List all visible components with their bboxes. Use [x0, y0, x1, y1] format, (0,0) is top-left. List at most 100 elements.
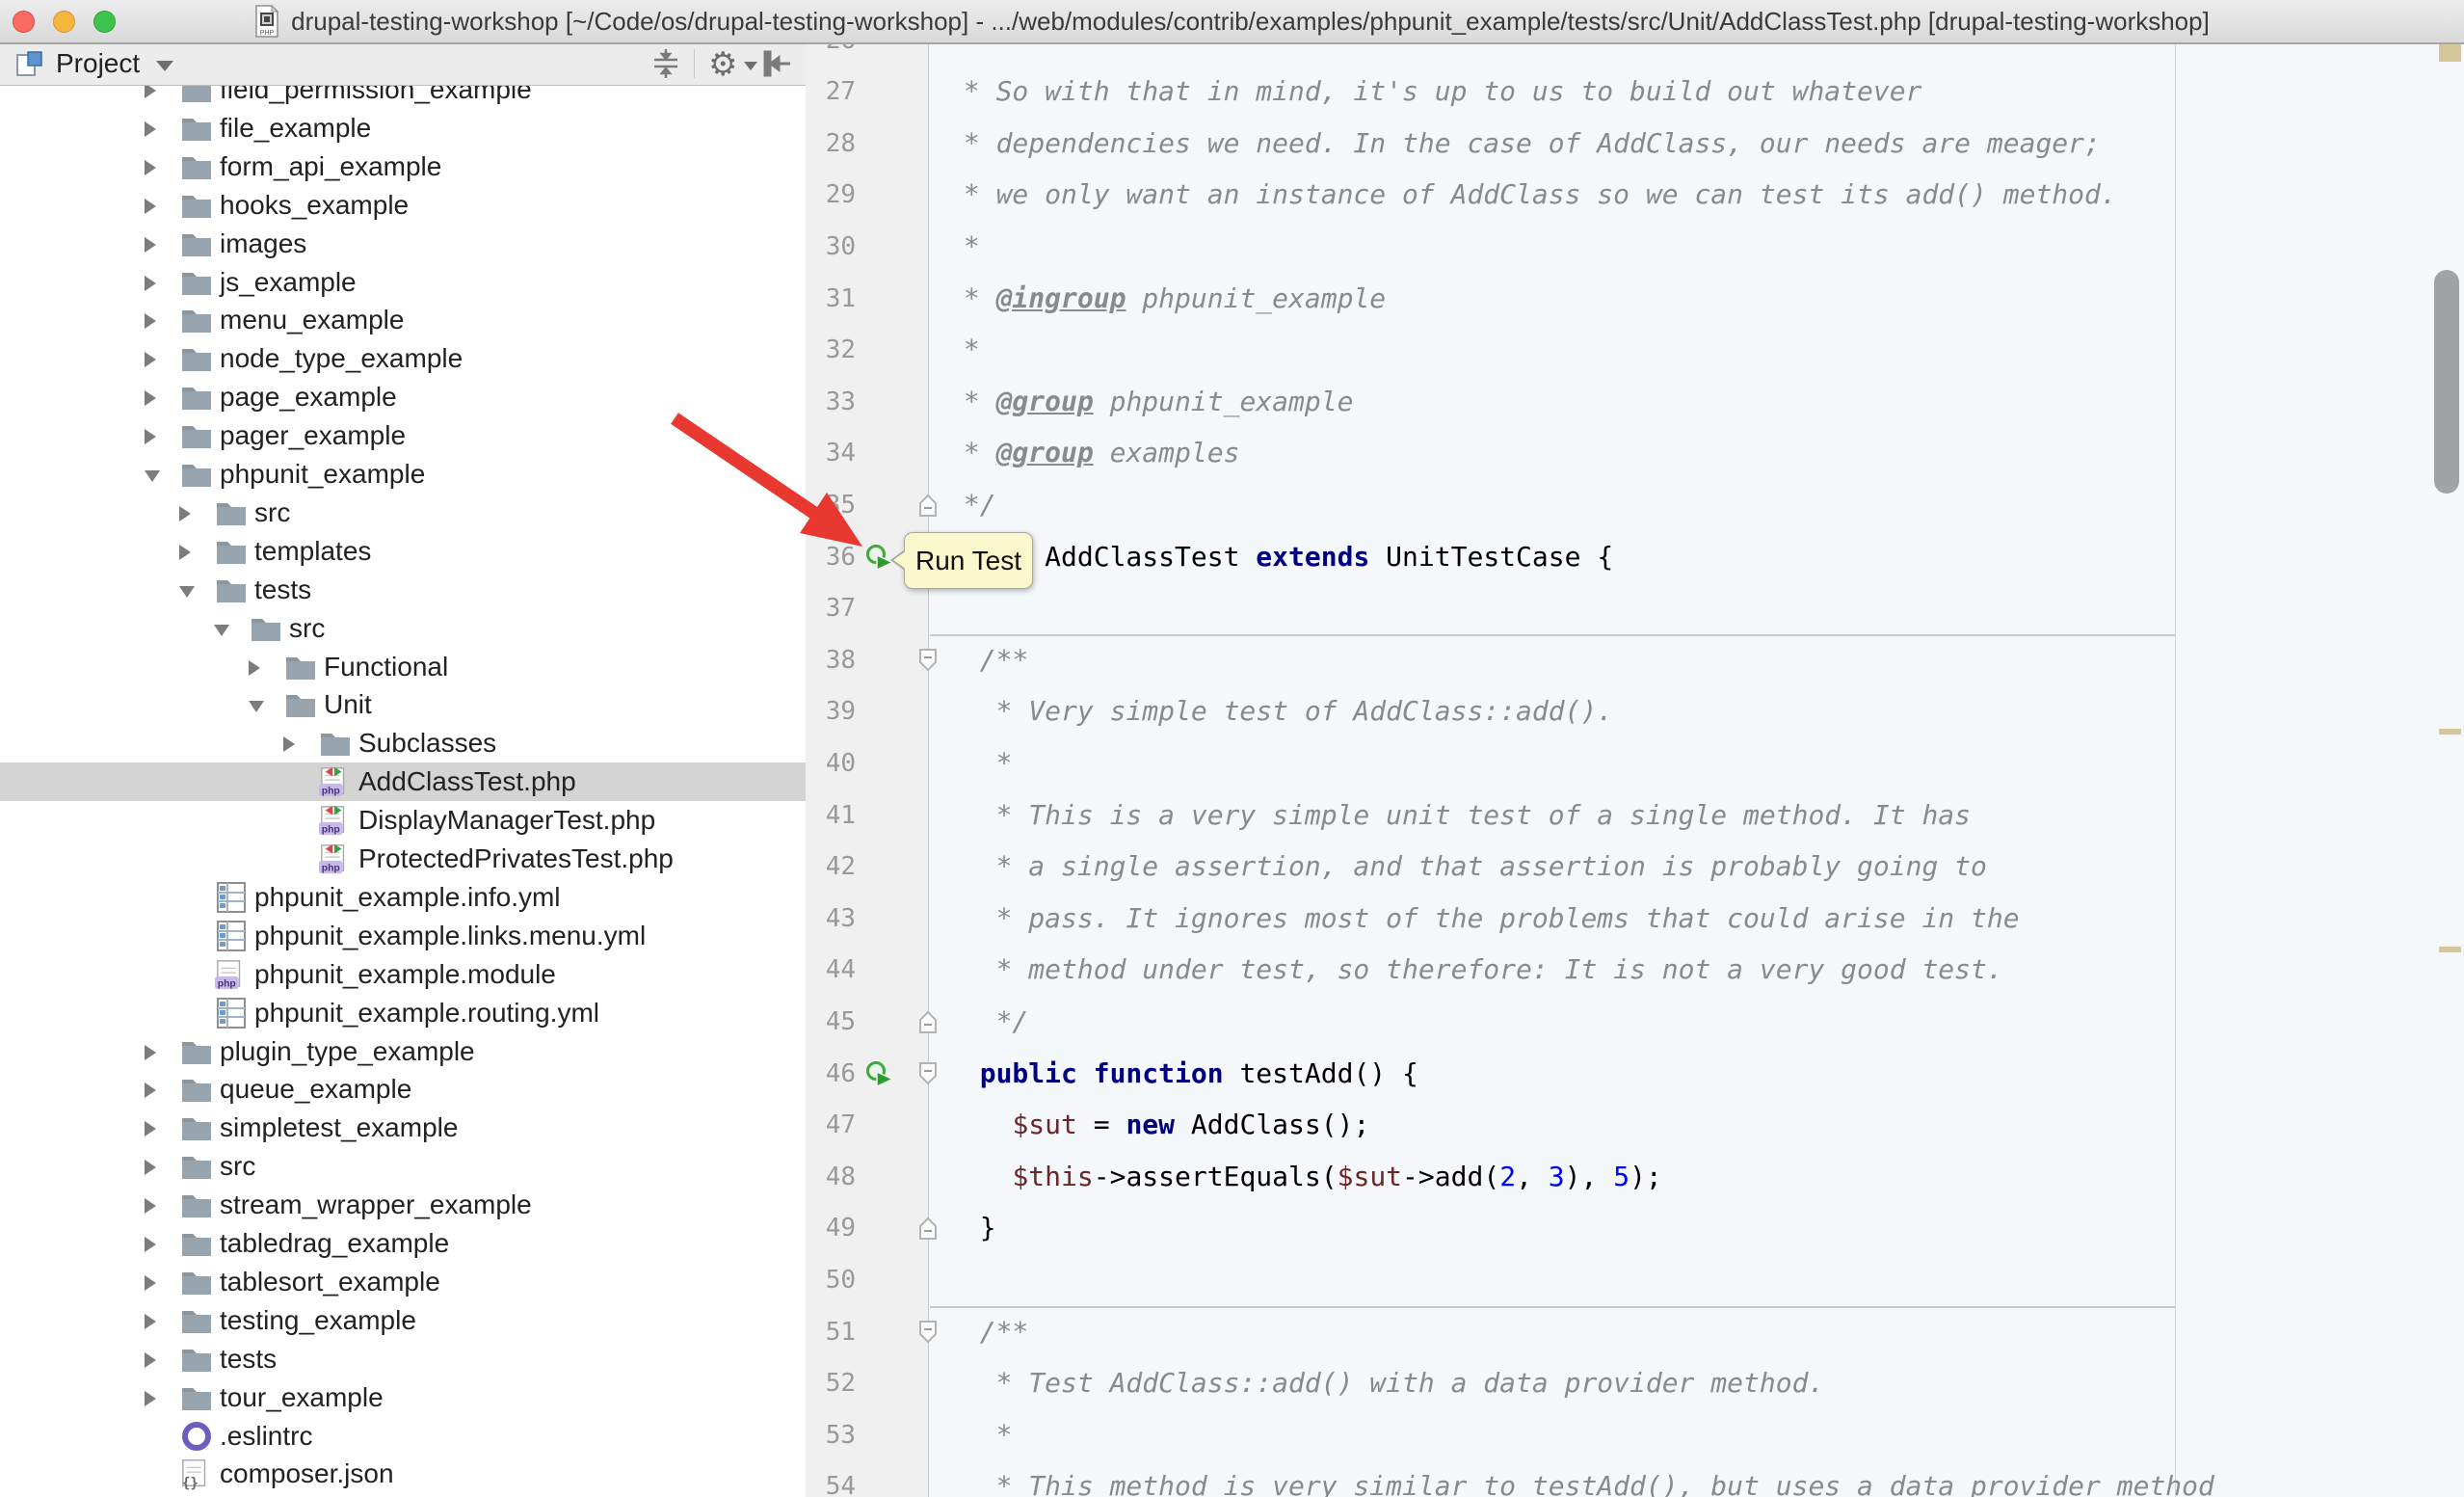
- chevron-right-icon[interactable]: [145, 1314, 156, 1329]
- tree-item-node-type-example[interactable]: node_type_example: [0, 339, 806, 378]
- code-line-31[interactable]: * @ingroup phpunit_example: [947, 273, 1386, 325]
- tree-item-unit[interactable]: Unit: [0, 685, 806, 724]
- tree-item--eslintrc[interactable]: .eslintrc: [0, 1417, 806, 1456]
- zoom-window-button[interactable]: [93, 11, 116, 33]
- code-line-47[interactable]: $sut = new AddClass();: [947, 1099, 1369, 1151]
- code-line-30[interactable]: *: [947, 221, 980, 273]
- code-line-44[interactable]: * method under test, so therefore: It is…: [947, 944, 2003, 996]
- chevron-down-icon[interactable]: [145, 470, 160, 482]
- tree-item-src[interactable]: src: [0, 1147, 806, 1186]
- tree-item-phpunit-example-module[interactable]: phpphpunit_example.module: [0, 955, 806, 994]
- tree-item-phpunit-example-routing-yml[interactable]: phpunit_example.routing.yml: [0, 994, 806, 1032]
- tree-item-tour-example[interactable]: tour_example: [0, 1378, 806, 1417]
- chevron-right-icon[interactable]: [145, 1198, 156, 1214]
- code-line-38[interactable]: /**: [947, 634, 1028, 686]
- tree-item-queue-example[interactable]: queue_example: [0, 1070, 806, 1109]
- tree-item-file-example[interactable]: file_example: [0, 109, 806, 147]
- tree-item-testing-example[interactable]: testing_example: [0, 1301, 806, 1340]
- tree-item-functional[interactable]: Functional: [0, 648, 806, 686]
- code-line-51[interactable]: /**: [947, 1306, 1028, 1358]
- code-line-42[interactable]: * a single assertion, and that assertion…: [947, 841, 1987, 893]
- error-stripe-mark[interactable]: [2439, 42, 2461, 62]
- tree-item-protectedprivatestest-php[interactable]: phpProtectedPrivatesTest.php: [0, 840, 806, 878]
- fold-marker-up-icon[interactable]: [917, 1216, 939, 1241]
- code-line-34[interactable]: * @group examples: [947, 427, 1239, 479]
- tree-item-form-api-example[interactable]: form_api_example: [0, 147, 806, 186]
- tree-item-phpunit-example[interactable]: phpunit_example: [0, 455, 806, 494]
- error-stripe-mark[interactable]: [2439, 729, 2461, 735]
- tree-item-templates[interactable]: templates: [0, 532, 806, 571]
- code-line-41[interactable]: * This is a very simple unit test of a s…: [947, 789, 1971, 842]
- chevron-right-icon[interactable]: [145, 276, 156, 291]
- code-line-28[interactable]: * dependencies we need. In the case of A…: [947, 118, 2101, 170]
- chevron-down-icon[interactable]: [214, 625, 229, 636]
- tree-item-tabledrag-example[interactable]: tabledrag_example: [0, 1224, 806, 1263]
- tree-item-composer-json[interactable]: {}composer.json: [0, 1455, 806, 1493]
- run-test-gutter-icon[interactable]: [865, 1059, 894, 1088]
- tree-item-phpunit-example-info-yml[interactable]: phpunit_example.info.yml: [0, 878, 806, 917]
- chevron-right-icon[interactable]: [145, 1045, 156, 1060]
- chevron-right-icon[interactable]: [145, 1237, 156, 1252]
- code-line-49[interactable]: }: [947, 1202, 996, 1254]
- fold-marker-up-icon[interactable]: [917, 1009, 939, 1034]
- settings-gear-icon[interactable]: ⚙: [708, 43, 737, 86]
- hide-panel-icon[interactable]: [761, 47, 794, 80]
- tree-item-src[interactable]: src: [0, 494, 806, 532]
- code-line-40[interactable]: *: [947, 737, 1012, 789]
- chevron-right-icon[interactable]: [145, 1275, 156, 1291]
- tree-item-subclasses[interactable]: Subclasses: [0, 724, 806, 762]
- code-line-32[interactable]: *: [947, 324, 980, 376]
- tree-item-simpletest-example[interactable]: simpletest_example: [0, 1109, 806, 1147]
- minimize-window-button[interactable]: [53, 11, 75, 33]
- tree-item-tablesort-example[interactable]: tablesort_example: [0, 1263, 806, 1301]
- code-line-48[interactable]: $this->assertEquals($sut->add(2, 3), 5);: [947, 1151, 1662, 1203]
- code-line-54[interactable]: * This method is very similar to testAdd…: [947, 1460, 2214, 1497]
- code-line-33[interactable]: * @group phpunit_example: [947, 376, 1353, 428]
- chevron-right-icon[interactable]: [179, 545, 191, 560]
- fold-marker-down-icon[interactable]: [917, 648, 939, 673]
- chevron-right-icon[interactable]: [145, 1391, 156, 1406]
- code-line-46[interactable]: public function testAdd() {: [947, 1048, 1418, 1100]
- code-line-35[interactable]: */: [947, 479, 996, 531]
- tree-item-src[interactable]: src: [0, 609, 806, 648]
- chevron-down-icon[interactable]: [744, 62, 757, 70]
- tree-item-phpunit-example-links-menu-yml[interactable]: phpunit_example.links.menu.yml: [0, 917, 806, 955]
- chevron-right-icon[interactable]: [145, 1083, 156, 1098]
- chevron-right-icon[interactable]: [145, 352, 156, 367]
- code-line-39[interactable]: * Very simple test of AddClass::add().: [947, 685, 1613, 737]
- code-line-27[interactable]: * So with that in mind, it's up to us to…: [947, 66, 1921, 118]
- tree-item-addclasstest-php[interactable]: phpAddClassTest.php: [0, 762, 806, 801]
- chevron-right-icon[interactable]: [145, 237, 156, 253]
- project-panel-title[interactable]: Project: [56, 42, 140, 85]
- code-line-36[interactable]: AddClassTest extends UnitTestCase {: [947, 531, 1613, 583]
- tree-item-js-example[interactable]: js_example: [0, 263, 806, 302]
- chevron-right-icon[interactable]: [145, 1352, 156, 1368]
- chevron-right-icon[interactable]: [145, 199, 156, 214]
- tree-item-tests[interactable]: tests: [0, 1340, 806, 1378]
- collapse-all-icon[interactable]: [649, 47, 682, 80]
- fold-marker-down-icon[interactable]: [917, 1320, 939, 1345]
- chevron-right-icon[interactable]: [145, 160, 156, 175]
- chevron-right-icon[interactable]: [249, 660, 260, 676]
- run-test-tooltip[interactable]: Run Test: [904, 532, 1033, 589]
- chevron-right-icon[interactable]: [179, 506, 191, 521]
- code-line-43[interactable]: * pass. It ignores most of the problems …: [947, 893, 2020, 945]
- chevron-down-icon[interactable]: [179, 586, 195, 598]
- chevron-right-icon[interactable]: [145, 1160, 156, 1175]
- chevron-down-icon[interactable]: [156, 61, 173, 71]
- tree-item-tests[interactable]: tests: [0, 571, 806, 609]
- code-line-53[interactable]: *: [947, 1409, 1012, 1461]
- chevron-right-icon[interactable]: [145, 429, 156, 444]
- fold-marker-down-icon[interactable]: [917, 1061, 939, 1086]
- chevron-right-icon[interactable]: [145, 390, 156, 406]
- chevron-right-icon[interactable]: [283, 736, 295, 752]
- tree-item-page-example[interactable]: page_example: [0, 378, 806, 416]
- chevron-right-icon[interactable]: [145, 121, 156, 137]
- fold-marker-up-icon[interactable]: [917, 493, 939, 518]
- tree-item-pager-example[interactable]: pager_example: [0, 416, 806, 455]
- tree-item-plugin-type-example[interactable]: plugin_type_example: [0, 1032, 806, 1071]
- code-line-45[interactable]: */: [947, 996, 1028, 1048]
- tree-item-displaymanagertest-php[interactable]: phpDisplayManagerTest.php: [0, 801, 806, 840]
- chevron-right-icon[interactable]: [145, 1121, 156, 1136]
- tree-item-stream-wrapper-example[interactable]: stream_wrapper_example: [0, 1186, 806, 1224]
